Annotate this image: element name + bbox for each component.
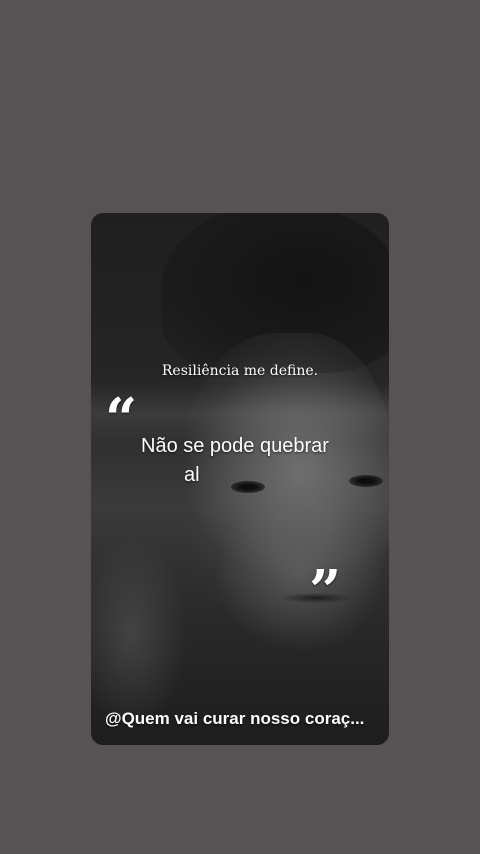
- photo-left-eye: [231, 481, 265, 493]
- story-headline: Resiliência me define.: [161, 363, 319, 379]
- photo-right-eye: [349, 475, 383, 487]
- open-quote-icon: “: [105, 386, 138, 452]
- story-card[interactable]: Resiliência me define. “ Não se pode que…: [91, 213, 389, 745]
- story-screen: Resiliência me define. “ Não se pode que…: [0, 0, 480, 854]
- close-quote-icon: ”: [309, 558, 342, 624]
- quote-text-line-1: Não se pode quebrar: [141, 435, 329, 457]
- story-caption-link[interactable]: @Quem vai curar nosso coraç...: [105, 709, 375, 729]
- quote-text-line-2: al: [184, 464, 200, 486]
